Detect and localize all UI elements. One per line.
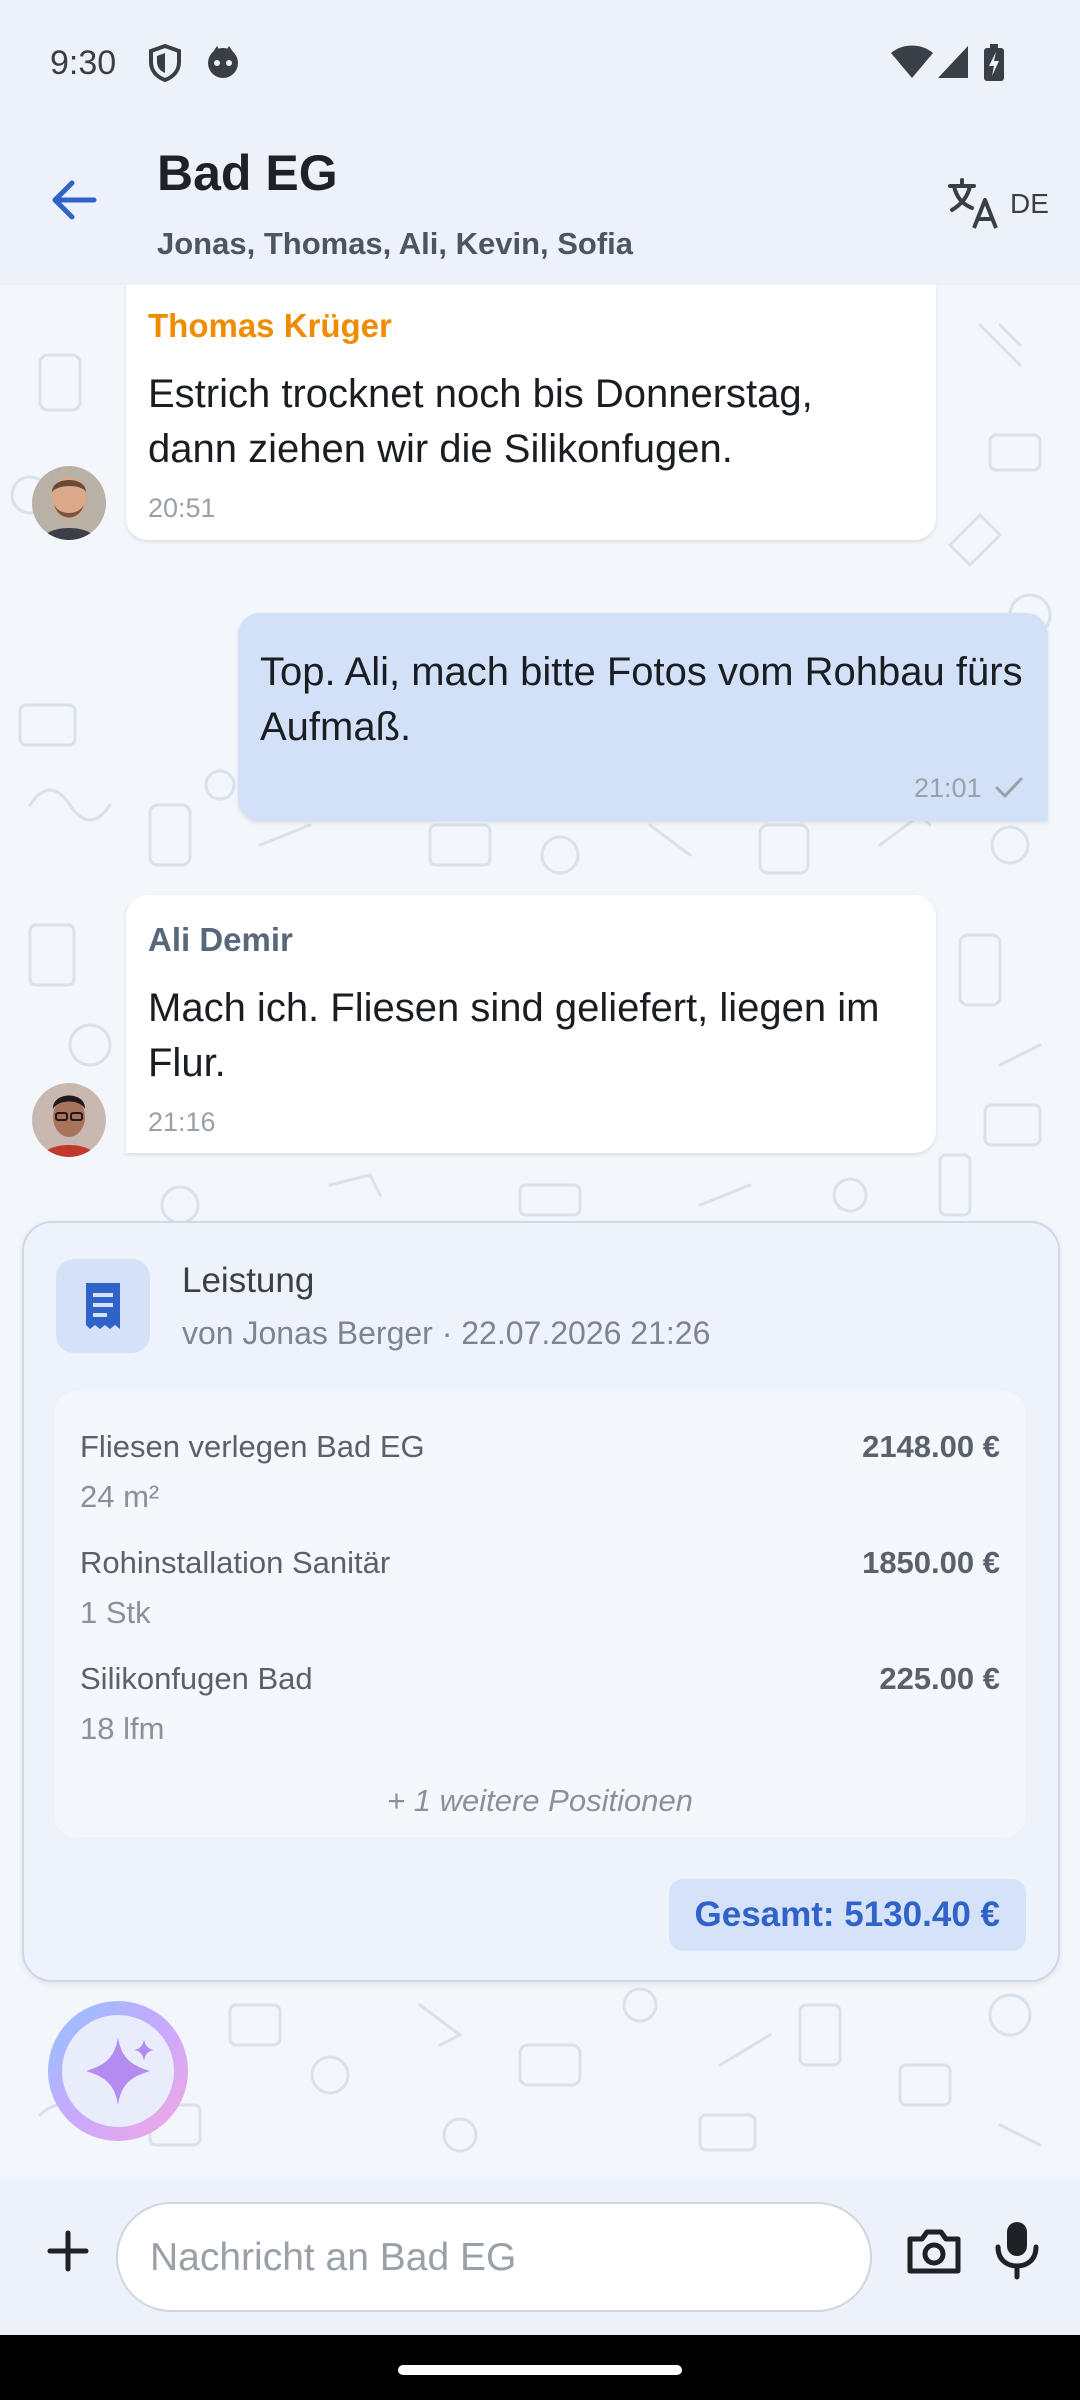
plus-icon[interactable] [40,2223,96,2279]
message-text: Estrich trocknet noch bis Donnerstag, da… [148,372,813,471]
item-name: Fliesen verlegen Bad EG [80,1429,425,1464]
sender-name: Thomas Krüger [148,307,392,344]
total-badge: Gesamt: 5130.40 € [668,1879,1026,1951]
avatar-ali[interactable] [32,1083,106,1157]
card-meta: von Jonas Berger · 22.07.2026 21:26 [182,1315,711,1351]
message-input[interactable]: Nachricht an Bad EG [116,2202,872,2312]
message-time: 20:51 [148,493,216,523]
line-items: Fliesen verlegen Bad EG 2148.00 € 24 m² … [54,1391,1026,1837]
chat-title[interactable]: Bad EG [157,144,338,202]
item-quantity: 24 m² [80,1479,160,1514]
item-price: 1850.00 € [862,1545,1000,1580]
shield-icon [149,44,181,82]
app-notification-icon [208,46,238,78]
battery-charging-icon [984,44,1004,81]
language-label[interactable]: DE [1010,188,1049,220]
item-price: 2148.00 € [862,1429,1000,1464]
chat-area[interactable]: Thomas Krüger Estrich trocknet noch bis … [0,285,1080,2177]
receipt-icon-container [56,1259,150,1353]
card-title: Leistung [182,1261,315,1300]
service-card[interactable]: Leistung von Jonas Berger · 22.07.2026 2… [22,1221,1060,1982]
more-items-link[interactable]: + 1 weitere Positionen [54,1783,1026,1819]
message-composer: Nachricht an Bad EG [0,2177,1080,2335]
message-time: 21:16 [148,1107,216,1137]
message-bubble[interactable]: Thomas Krüger Estrich trocknet noch bis … [126,285,936,540]
camera-icon[interactable] [904,2221,964,2281]
ai-assistant-button[interactable] [44,1997,192,2145]
item-quantity: 18 lfm [80,1711,165,1746]
message-input-placeholder: Nachricht an Bad EG [150,2236,517,2279]
home-gesture-handle[interactable] [398,2365,682,2375]
chat-header: Bad EG Jonas, Thomas, Ali, Kevin, Sofia … [0,130,1080,285]
cellular-signal-icon [938,46,968,78]
sender-name: Ali Demir [148,921,293,958]
sent-check-icon [995,777,1023,798]
message-bubble[interactable]: Ali Demir Mach ich. Fliesen sind geliefe… [126,895,936,1153]
message-text: Mach ich. Fliesen sind geliefert, liegen… [148,986,880,1085]
outgoing-message-bubble[interactable]: Top. Ali, mach bitte Fotos vom Rohbau fü… [238,613,1048,821]
back-arrow-icon[interactable] [44,170,104,230]
system-navigation-bar [0,2335,1080,2400]
message-time: 21:01 [914,773,982,803]
item-name: Silikonfugen Bad [80,1661,313,1696]
translate-icon[interactable] [946,176,1002,232]
item-name: Rohinstallation Sanitär [80,1545,391,1580]
item-price: 225.00 € [879,1661,1000,1696]
status-bar: 9:30 [0,0,1080,130]
chat-members[interactable]: Jonas, Thomas, Ali, Kevin, Sofia [157,226,633,262]
avatar-thomas[interactable] [32,466,106,540]
message-text: Top. Ali, mach bitte Fotos vom Rohbau fü… [260,650,1023,749]
receipt-icon [86,1283,120,1329]
item-quantity: 1 Stk [80,1595,151,1630]
microphone-icon[interactable] [990,2219,1044,2281]
status-time: 9:30 [50,44,117,82]
wifi-icon [891,45,933,78]
